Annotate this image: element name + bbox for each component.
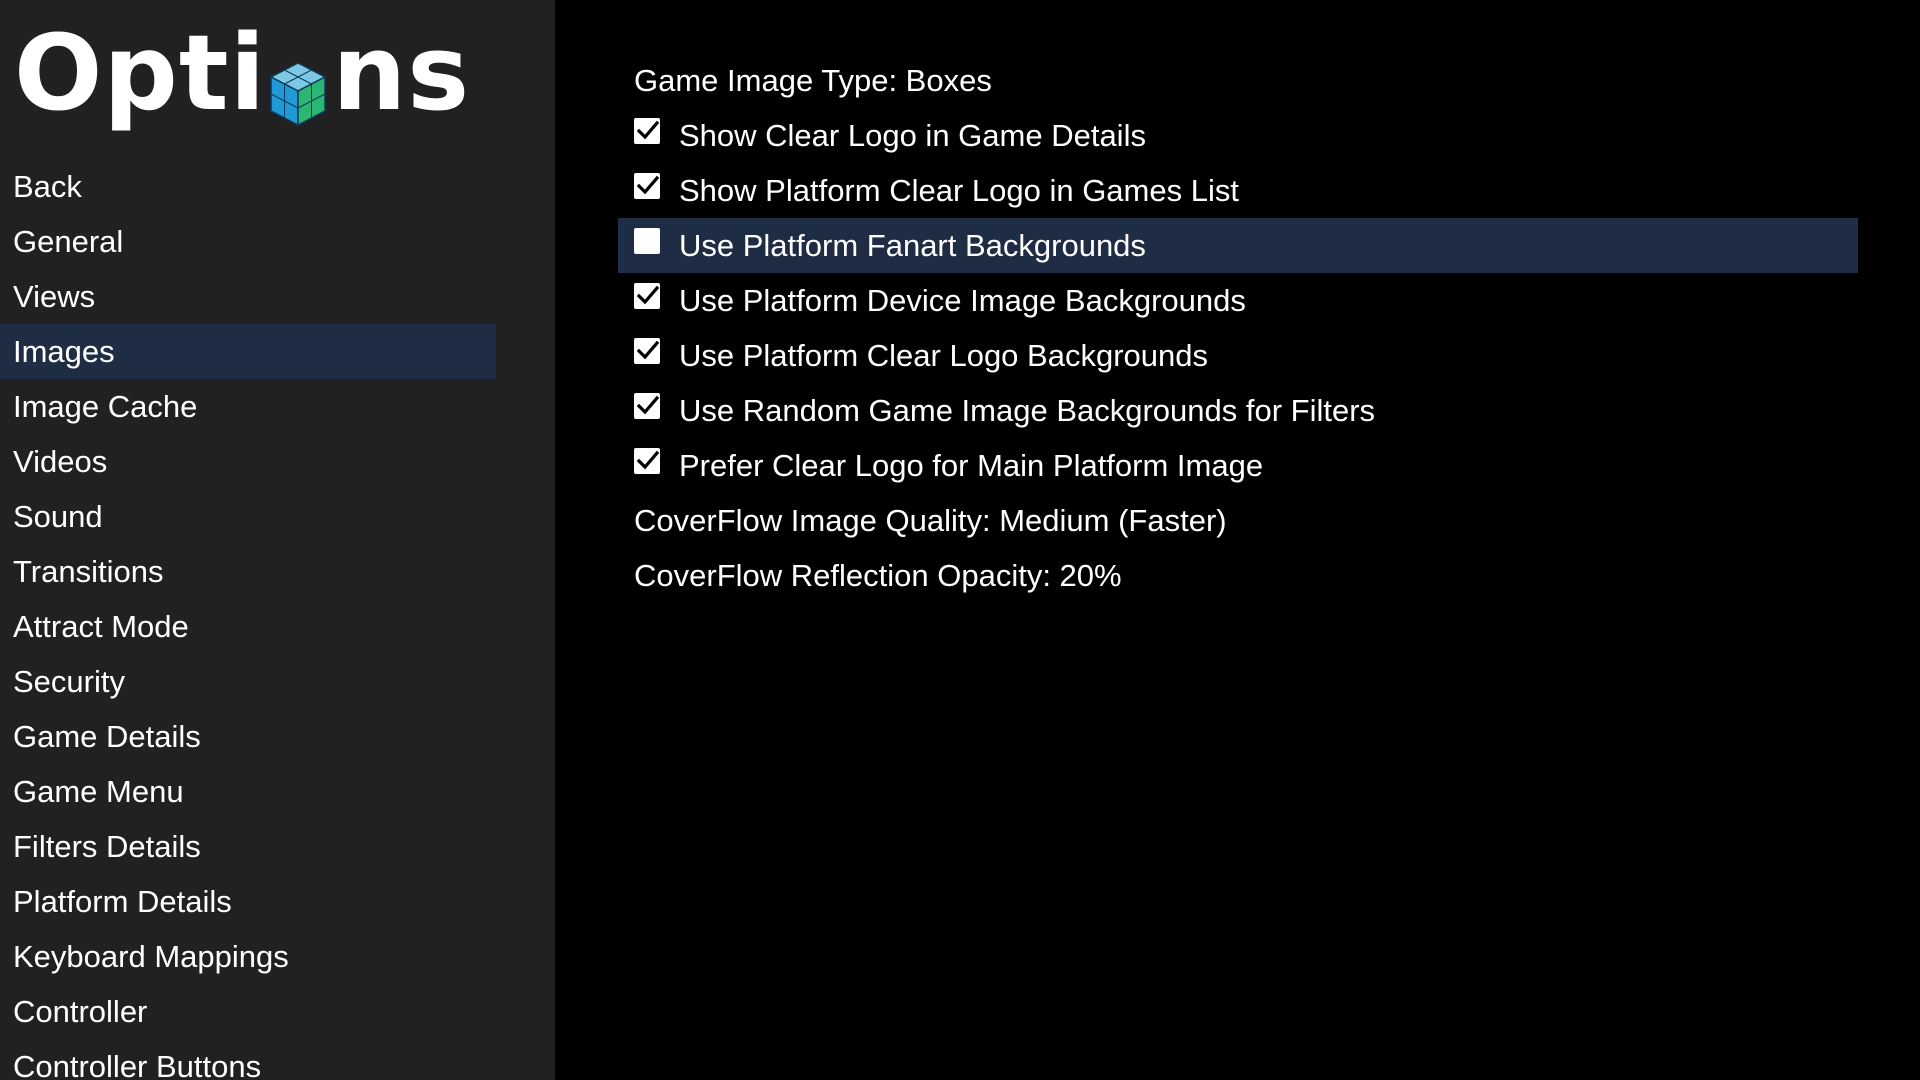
- option-label: Use Random Game Image Backgrounds for Fi…: [679, 393, 1376, 428]
- options-screen: Opt i ns Back General Views Images Image…: [0, 0, 1920, 1080]
- option-coverflow-reflection-opacity[interactable]: CoverFlow Reflection Opacity: 20%: [618, 548, 1858, 603]
- option-label: Show Clear Logo in Game Details: [679, 118, 1146, 153]
- checkbox-checked-icon[interactable]: [634, 393, 660, 419]
- image-options-list: Game Image Type: Boxes Show Clear Logo i…: [618, 53, 1858, 603]
- option-label: Use Platform Clear Logo Backgrounds: [679, 338, 1208, 373]
- option-label: Show Platform Clear Logo in Games List: [679, 173, 1239, 208]
- menu-item-filters-details[interactable]: Filters Details: [0, 819, 496, 874]
- option-show-platform-clear-logo-games-list[interactable]: Show Platform Clear Logo in Games List: [618, 163, 1858, 218]
- page-title: Opt i ns: [14, 10, 470, 135]
- cube-icon: [268, 41, 328, 126]
- menu-item-transitions[interactable]: Transitions: [0, 544, 496, 599]
- menu-item-game-details[interactable]: Game Details: [0, 709, 496, 764]
- option-use-random-game-image-backgrounds-filters[interactable]: Use Random Game Image Backgrounds for Fi…: [618, 383, 1858, 438]
- menu-item-general[interactable]: General: [0, 214, 496, 269]
- option-use-platform-clear-logo-backgrounds[interactable]: Use Platform Clear Logo Backgrounds: [618, 328, 1858, 383]
- menu-item-platform-details[interactable]: Platform Details: [0, 874, 496, 929]
- option-label: Use Platform Fanart Backgrounds: [679, 228, 1146, 263]
- title-text-suffix: ns: [332, 11, 471, 134]
- menu-item-back[interactable]: Back: [0, 159, 496, 214]
- checkbox-checked-icon[interactable]: [634, 173, 660, 199]
- option-show-clear-logo-game-details[interactable]: Show Clear Logo in Game Details: [618, 108, 1858, 163]
- checkbox-unchecked-icon[interactable]: [634, 228, 660, 254]
- menu-item-views[interactable]: Views: [0, 269, 496, 324]
- menu-item-sound[interactable]: Sound: [0, 489, 496, 544]
- title-text-middle: i: [229, 11, 267, 134]
- menu-item-security[interactable]: Security: [0, 654, 496, 709]
- option-coverflow-image-quality[interactable]: CoverFlow Image Quality: Medium (Faster): [618, 493, 1858, 548]
- menu-item-images[interactable]: Images: [0, 324, 496, 379]
- menu-item-videos[interactable]: Videos: [0, 434, 496, 489]
- menu-item-image-cache[interactable]: Image Cache: [0, 379, 496, 434]
- option-use-platform-fanart-backgrounds[interactable]: Use Platform Fanart Backgrounds: [618, 218, 1858, 273]
- menu-item-game-menu[interactable]: Game Menu: [0, 764, 496, 819]
- menu-item-keyboard-mappings[interactable]: Keyboard Mappings: [0, 929, 496, 984]
- checkbox-checked-icon[interactable]: [634, 448, 660, 474]
- option-use-platform-device-image-backgrounds[interactable]: Use Platform Device Image Backgrounds: [618, 273, 1858, 328]
- sidebar: Opt i ns Back General Views Images Image…: [0, 0, 555, 1080]
- checkbox-checked-icon[interactable]: [634, 338, 660, 364]
- menu-item-controller[interactable]: Controller: [0, 984, 496, 1039]
- option-label: Use Platform Device Image Backgrounds: [679, 283, 1246, 318]
- checkbox-checked-icon[interactable]: [634, 283, 660, 309]
- menu-item-attract-mode[interactable]: Attract Mode: [0, 599, 496, 654]
- option-game-image-type[interactable]: Game Image Type: Boxes: [618, 53, 1858, 108]
- option-prefer-clear-logo-main-platform-image[interactable]: Prefer Clear Logo for Main Platform Imag…: [618, 438, 1858, 493]
- options-menu: Back General Views Images Image Cache Vi…: [0, 159, 496, 1080]
- option-label: Prefer Clear Logo for Main Platform Imag…: [679, 448, 1264, 483]
- checkbox-checked-icon[interactable]: [634, 118, 660, 144]
- title-text-prefix: Opt: [14, 11, 230, 134]
- options-panel: Game Image Type: Boxes Show Clear Logo i…: [555, 0, 1920, 1080]
- menu-item-controller-buttons[interactable]: Controller Buttons: [0, 1039, 496, 1080]
